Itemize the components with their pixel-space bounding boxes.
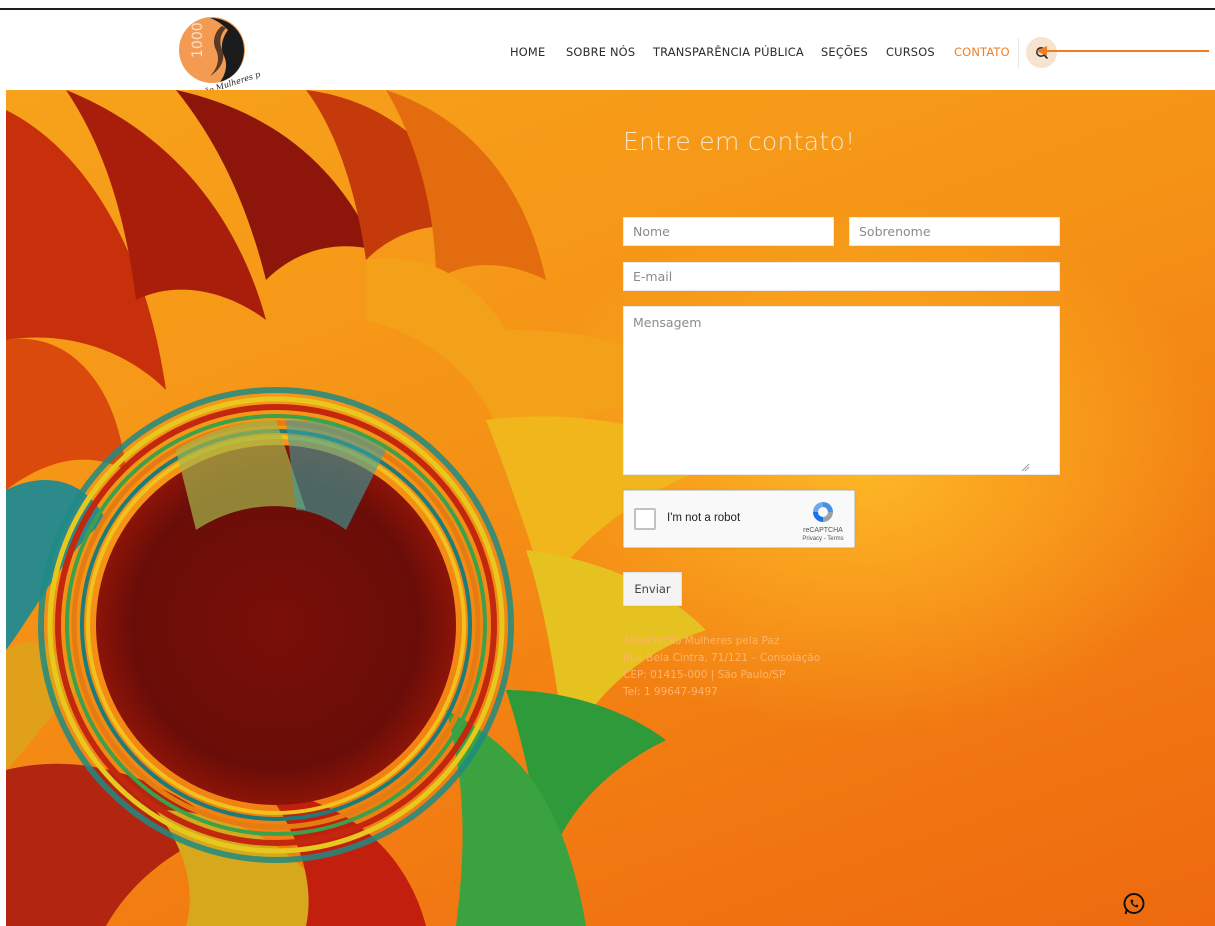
nav-secoes[interactable]: SEÇÕES	[821, 45, 868, 59]
recaptcha-label: I'm not a robot	[667, 512, 741, 524]
annotation-arrow	[1036, 46, 1209, 56]
address-postal: CEP: 01415-000 | São Paulo/SP	[623, 669, 786, 681]
background-paper-art	[6, 90, 726, 926]
textarea-resize-handle[interactable]	[1020, 462, 1030, 472]
recaptcha-checkbox[interactable]	[634, 508, 656, 530]
email-input[interactable]	[623, 262, 1060, 291]
logo[interactable]: 1000 Associação Mulheres pela Paz	[164, 16, 260, 96]
address-org-name: Associação Mulheres pela Paz	[623, 635, 780, 647]
recaptcha-logo-icon	[813, 502, 833, 522]
svg-text:1000: 1000	[190, 22, 206, 58]
nav-home[interactable]: HOME	[510, 45, 545, 59]
nav-transparencia-publica[interactable]: TRANSPARÊNCIA PÚBLICA	[653, 45, 804, 59]
last-name-input[interactable]	[849, 217, 1060, 246]
nav-cursos[interactable]: CURSOS	[886, 45, 935, 59]
recaptcha-brand: reCAPTCHA	[803, 527, 843, 534]
first-name-input[interactable]	[623, 217, 834, 246]
contact-hero: Entre em contato! I'm not a robot reCAPT…	[6, 90, 1215, 926]
recaptcha-links[interactable]: Privacy - Terms	[792, 536, 854, 542]
address-phone: Tel: 1 99647-9497	[623, 686, 718, 698]
recaptcha-widget: I'm not a robot reCAPTCHA Privacy - Term…	[623, 490, 855, 548]
address-block: Associação Mulheres pela Paz Rua Bela Ci…	[623, 633, 820, 701]
address-street: Rua Bela Cintra, 71/121 – Consolação	[623, 652, 821, 664]
nav-sobre-nos[interactable]: SOBRE NÓS	[566, 45, 635, 59]
nav-contato[interactable]: CONTATO	[954, 45, 1010, 59]
submit-button[interactable]: Enviar	[623, 572, 682, 606]
message-textarea[interactable]	[623, 306, 1060, 475]
whatsapp-icon[interactable]	[1122, 892, 1146, 916]
contact-heading: Entre em contato!	[623, 127, 856, 156]
nav-divider	[1018, 38, 1019, 68]
site-header: 1000 Associação Mulheres pela Paz HOME S…	[6, 10, 1215, 96]
